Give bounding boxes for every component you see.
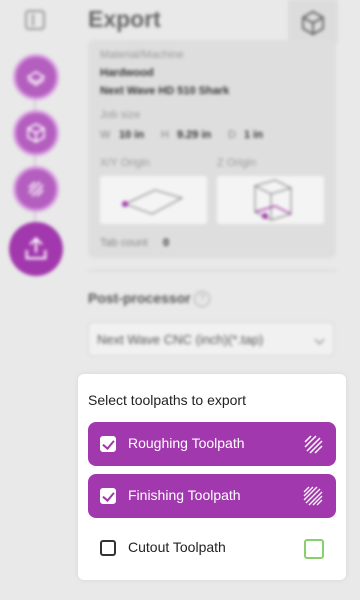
height-value: 9.29 in xyxy=(177,129,212,141)
help-icon[interactable]: ? xyxy=(194,291,210,307)
material-step-button[interactable] xyxy=(13,54,59,100)
tab-count-value: 0 xyxy=(163,237,170,249)
z-origin-icon xyxy=(253,179,293,221)
job-size-label: Job size xyxy=(100,109,141,121)
z-origin-selector[interactable] xyxy=(217,176,324,224)
job-summary-card: Material/Machine Hardwood Next Wave HD 5… xyxy=(88,40,336,258)
toolpath-step-button[interactable] xyxy=(13,166,59,212)
divider xyxy=(88,270,336,271)
roughing-label: Roughing Toolpath xyxy=(128,435,245,451)
panel-title: Select toolpaths to export xyxy=(88,392,246,408)
height-label: H xyxy=(161,129,169,141)
xy-origin-label: X/Y Origin xyxy=(100,157,150,169)
xy-origin-selector[interactable] xyxy=(100,176,207,224)
material-step-icon xyxy=(26,71,46,86)
toolpath-step-icon xyxy=(28,181,44,197)
finishing-icon xyxy=(303,486,323,506)
toolpath-export-panel: Select toolpaths to export Roughing Tool… xyxy=(78,374,346,580)
post-processor-label: Post-processor xyxy=(88,290,191,306)
page-title: Export xyxy=(88,6,161,32)
model-step-icon xyxy=(27,123,45,143)
roughing-icon xyxy=(304,435,323,454)
export-step-button[interactable] xyxy=(9,222,63,276)
depth-value: 1 in xyxy=(244,129,263,141)
cube-icon xyxy=(302,10,324,36)
finishing-label: Finishing Toolpath xyxy=(128,487,241,503)
toolpath-option-roughing[interactable]: Roughing Toolpath xyxy=(88,422,336,466)
toolpath-option-finishing[interactable]: Finishing Toolpath xyxy=(88,474,336,518)
machine-value: Next Wave HD 510 Shark xyxy=(100,85,230,97)
cutout-label: Cutout Toolpath xyxy=(128,539,226,555)
z-origin-label: Z Origin xyxy=(217,157,257,169)
export-step-icon xyxy=(25,237,47,260)
chevron-down-icon xyxy=(314,334,325,345)
post-processor-value: Next Wave CNC (inch)(*.tap) xyxy=(97,332,264,347)
width-label: W xyxy=(100,129,111,141)
material-value: Hardwood xyxy=(100,67,154,79)
cutout-icon xyxy=(304,539,324,559)
cutout-checkbox[interactable] xyxy=(100,540,116,556)
tab-count-label: Tab count xyxy=(100,237,148,249)
xy-origin-icon xyxy=(122,189,184,215)
material-machine-label: Material/Machine xyxy=(100,49,184,61)
toolpath-option-cutout[interactable]: Cutout Toolpath xyxy=(88,526,336,570)
width-value: 10 in xyxy=(119,129,145,141)
roughing-checkbox[interactable] xyxy=(100,436,116,452)
finishing-checkbox[interactable] xyxy=(100,488,116,504)
sidebar-toggle-icon[interactable] xyxy=(25,10,45,30)
depth-label: D xyxy=(228,129,236,141)
model-step-button[interactable] xyxy=(13,110,59,156)
post-processor-select[interactable]: Next Wave CNC (inch)(*.tap) xyxy=(88,322,334,356)
